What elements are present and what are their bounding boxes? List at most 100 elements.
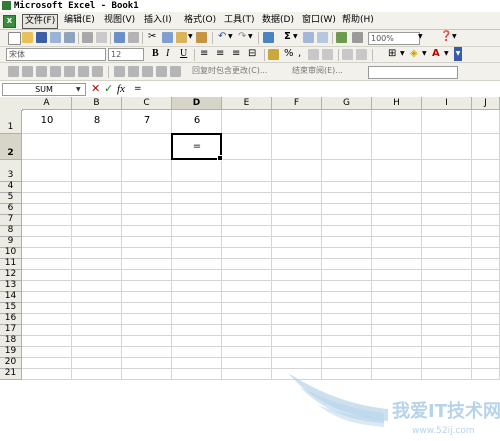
reviewing-icon-11[interactable] (156, 66, 167, 77)
open-icon[interactable] (22, 32, 33, 43)
menu-tools[interactable]: 工具(T) (222, 14, 257, 27)
cell-d2[interactable]: = (172, 141, 222, 152)
currency-icon[interactable] (268, 49, 279, 60)
save-icon[interactable] (36, 32, 47, 43)
toolbar-dropdown[interactable] (368, 66, 458, 79)
bold-button[interactable]: B (152, 47, 159, 61)
font-size-select[interactable]: 12 (108, 48, 144, 61)
increase-indent-icon[interactable] (356, 49, 367, 60)
drawing-icon[interactable] (352, 32, 363, 43)
name-box[interactable]: SUM (2, 83, 86, 96)
spelling-icon[interactable] (114, 32, 125, 43)
reviewing-icon-1[interactable] (8, 66, 19, 77)
select-all-corner[interactable] (0, 97, 23, 111)
borders-dropdown-icon[interactable]: ▼ (400, 47, 405, 61)
paste-dropdown-icon[interactable]: ▼ (188, 30, 193, 44)
column-header-j[interactable]: J (472, 97, 500, 110)
cell-c1[interactable]: 7 (122, 115, 172, 126)
help-dropdown-icon[interactable]: ▼ (452, 30, 457, 44)
new-icon[interactable] (8, 32, 21, 45)
reviewing-icon-12[interactable] (170, 66, 181, 77)
reviewing-icon-5[interactable] (64, 66, 75, 77)
cell-b1[interactable]: 8 (72, 115, 122, 126)
borders-icon[interactable]: ⊞ (388, 47, 396, 61)
row-header-1[interactable]: 1 (0, 110, 22, 134)
fill-handle[interactable] (217, 155, 223, 161)
align-center-icon[interactable]: ≡ (216, 47, 224, 61)
underline-button[interactable]: U (180, 47, 187, 61)
comma-style-icon[interactable]: , (298, 47, 301, 61)
autosum-icon[interactable]: Σ (284, 30, 291, 44)
end-review-button[interactable]: 结束审阅(E)... (292, 64, 343, 78)
align-left-icon[interactable]: ≡ (200, 47, 208, 61)
reviewing-icon-10[interactable] (142, 66, 153, 77)
hyperlink-icon[interactable] (263, 32, 274, 43)
cell-a1[interactable]: 10 (22, 115, 72, 126)
menu-file[interactable]: 文件(F) (22, 14, 59, 29)
permission-icon[interactable] (50, 32, 61, 43)
column-header-e[interactable]: E (222, 97, 272, 110)
merge-center-icon[interactable]: ⊟ (248, 47, 256, 61)
reviewing-icon-6[interactable] (78, 66, 89, 77)
zoom-dropdown-icon[interactable]: ▼ (418, 30, 423, 44)
name-box-dropdown-icon[interactable]: ▼ (76, 86, 81, 93)
print-icon[interactable] (82, 32, 93, 43)
reviewing-icon-4[interactable] (50, 66, 61, 77)
formula-input[interactable]: = (134, 83, 142, 95)
print-preview-icon[interactable] (96, 32, 107, 43)
copy-icon[interactable] (162, 32, 173, 43)
cut-icon[interactable]: ✂ (148, 30, 156, 44)
chart-wizard-icon[interactable] (336, 32, 347, 43)
undo-dropdown-icon[interactable]: ▼ (228, 30, 233, 44)
fill-color-icon[interactable]: ◈ (410, 47, 418, 61)
reviewing-icon-3[interactable] (36, 66, 47, 77)
column-header-a[interactable]: A (22, 97, 72, 110)
column-header-f[interactable]: F (272, 97, 322, 110)
enter-icon[interactable]: ✓ (104, 83, 113, 95)
row-header-3[interactable]: 3 (0, 160, 22, 182)
italic-button[interactable]: I (166, 47, 169, 61)
font-name-select[interactable]: 宋体 (6, 48, 106, 61)
format-painter-icon[interactable] (196, 32, 207, 43)
menu-view[interactable]: 视图(V) (102, 14, 137, 27)
redo-dropdown-icon[interactable]: ▼ (248, 30, 253, 44)
reviewing-icon-8[interactable] (114, 66, 125, 77)
reviewing-icon-9[interactable] (128, 66, 139, 77)
fill-color-dropdown-icon[interactable]: ▼ (422, 47, 427, 61)
toolbar-options-icon[interactable]: ▼ (454, 47, 462, 61)
column-header-d[interactable]: D (172, 97, 222, 110)
sort-ascending-icon[interactable] (303, 32, 314, 43)
undo-icon[interactable]: ↶ (218, 30, 226, 44)
paste-icon[interactable] (176, 32, 187, 43)
column-header-i[interactable]: I (422, 97, 472, 110)
reply-with-changes-button[interactable]: 回复时包含更改(C)... (192, 64, 267, 78)
row-header-2[interactable]: 2 (0, 134, 22, 160)
reviewing-icon-2[interactable] (22, 66, 33, 77)
sort-descending-icon[interactable] (317, 32, 328, 43)
workbook-icon[interactable]: X (3, 15, 16, 28)
help-icon[interactable]: ❓ (440, 30, 452, 44)
percent-icon[interactable]: % (284, 47, 294, 61)
column-header-c[interactable]: C (122, 97, 172, 110)
menu-help[interactable]: 帮助(H) (340, 14, 376, 27)
column-header-b[interactable]: B (72, 97, 122, 110)
font-color-icon[interactable]: A (432, 47, 440, 61)
menu-insert[interactable]: 插入(I) (142, 14, 174, 27)
row-header-21[interactable]: 21 (0, 368, 22, 380)
reviewing-icon-7[interactable] (92, 66, 103, 77)
menu-format[interactable]: 格式(O) (182, 14, 218, 27)
column-header-g[interactable]: G (322, 97, 372, 110)
cell-d1[interactable]: 6 (172, 115, 222, 126)
decrease-indent-icon[interactable] (342, 49, 353, 60)
cancel-icon[interactable]: ✕ (91, 83, 100, 95)
menu-window[interactable]: 窗口(W) (300, 14, 338, 27)
column-header-h[interactable]: H (372, 97, 422, 110)
menu-data[interactable]: 数据(D) (260, 14, 296, 27)
research-icon[interactable] (128, 32, 139, 43)
autosum-dropdown-icon[interactable]: ▼ (293, 30, 298, 44)
email-icon[interactable] (64, 32, 75, 43)
insert-function-icon[interactable]: fx (117, 83, 125, 95)
increase-decimal-icon[interactable] (308, 49, 319, 60)
menu-edit[interactable]: 编辑(E) (62, 14, 97, 27)
align-right-icon[interactable]: ≡ (232, 47, 240, 61)
